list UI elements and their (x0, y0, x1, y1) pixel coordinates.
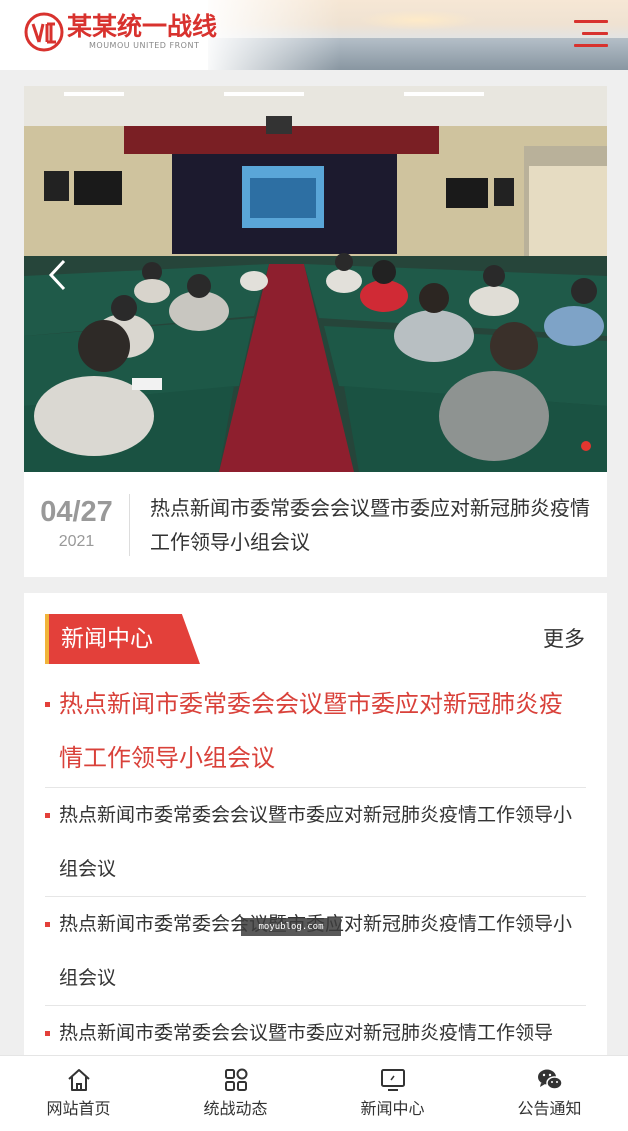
grid-icon (224, 1068, 247, 1091)
united-front-logo-icon (24, 12, 64, 52)
nav-item-united-front-news[interactable]: 统战动态 (157, 1056, 314, 1131)
nav-label-united-front-news: 统战动态 (203, 1099, 268, 1118)
news-list: 热点新闻市委常委会会议暨市委应对新冠肺炎疫情工作领导小组会议 热点新闻市委常委会… (45, 677, 586, 1061)
nav-label-home: 网站首页 (46, 1099, 111, 1118)
news-list-item[interactable]: 热点新闻市委常委会会议暨市委应对新冠肺炎疫情工作领导小组会议 (45, 788, 586, 897)
wechat-icon (537, 1069, 563, 1090)
bottom-navigation: 网站首页 统战动态 新闻中心 公告通知 (0, 1055, 628, 1131)
news-section-title-tag: 新闻中心 (45, 614, 200, 664)
nav-item-home[interactable]: 网站首页 (0, 1056, 157, 1131)
meeting-hall-photo (24, 86, 607, 472)
news-section-title: 新闻中心 (61, 626, 153, 652)
site-logo[interactable]: 某某统一战线 MOUMOU UNITED FRONT (24, 12, 217, 52)
nav-label-announcements: 公告通知 (517, 1099, 582, 1118)
banner-caption-title[interactable]: 热点新闻市委常委会会议暨市委应对新冠肺炎疫情工作领导小组会议 (130, 491, 607, 559)
nav-label-news-center: 新闻中心 (360, 1099, 425, 1118)
carousel-dot-active[interactable] (581, 441, 591, 451)
banner-image[interactable] (24, 86, 607, 472)
news-center-section: 新闻中心 更多 热点新闻市委常委会会议暨市委应对新冠肺炎疫情工作领导小组会议 热… (24, 593, 607, 1063)
news-list-item-featured[interactable]: 热点新闻市委常委会会议暨市委应对新冠肺炎疫情工作领导小组会议 (45, 677, 586, 788)
more-link[interactable]: 更多 (543, 624, 585, 654)
chevron-left-icon[interactable] (46, 258, 70, 292)
news-section-header: 新闻中心 更多 (45, 614, 585, 664)
nav-item-news-center[interactable]: 新闻中心 (314, 1056, 471, 1131)
news-list-item[interactable]: 热点新闻市委常委会会议暨市委应对新冠肺炎疫情工作领导小组会议 (45, 897, 586, 1006)
logo-title: 某某统一战线 (67, 12, 218, 41)
banner-date: 04/27 2021 (24, 493, 130, 556)
banner-date-year: 2021 (58, 532, 95, 550)
banner-date-month-day: 04/27 (40, 495, 113, 528)
logo-subtitle: MOUMOU UNITED FRONT (89, 41, 200, 50)
nav-item-announcements[interactable]: 公告通知 (471, 1056, 628, 1131)
monitor-icon (380, 1069, 405, 1091)
watermark: moyublog.com (241, 918, 341, 936)
home-icon (67, 1069, 90, 1091)
site-header: 某某统一战线 MOUMOU UNITED FRONT (0, 0, 628, 70)
hamburger-menu-icon[interactable] (574, 20, 608, 48)
banner-caption[interactable]: 04/27 2021 热点新闻市委常委会会议暨市委应对新冠肺炎疫情工作领导小组会… (24, 472, 607, 577)
banner-carousel: 04/27 2021 热点新闻市委常委会会议暨市委应对新冠肺炎疫情工作领导小组会… (24, 86, 607, 577)
news-list-item[interactable]: 热点新闻市委常委会会议暨市委应对新冠肺炎疫情工作领导 (45, 1006, 586, 1061)
